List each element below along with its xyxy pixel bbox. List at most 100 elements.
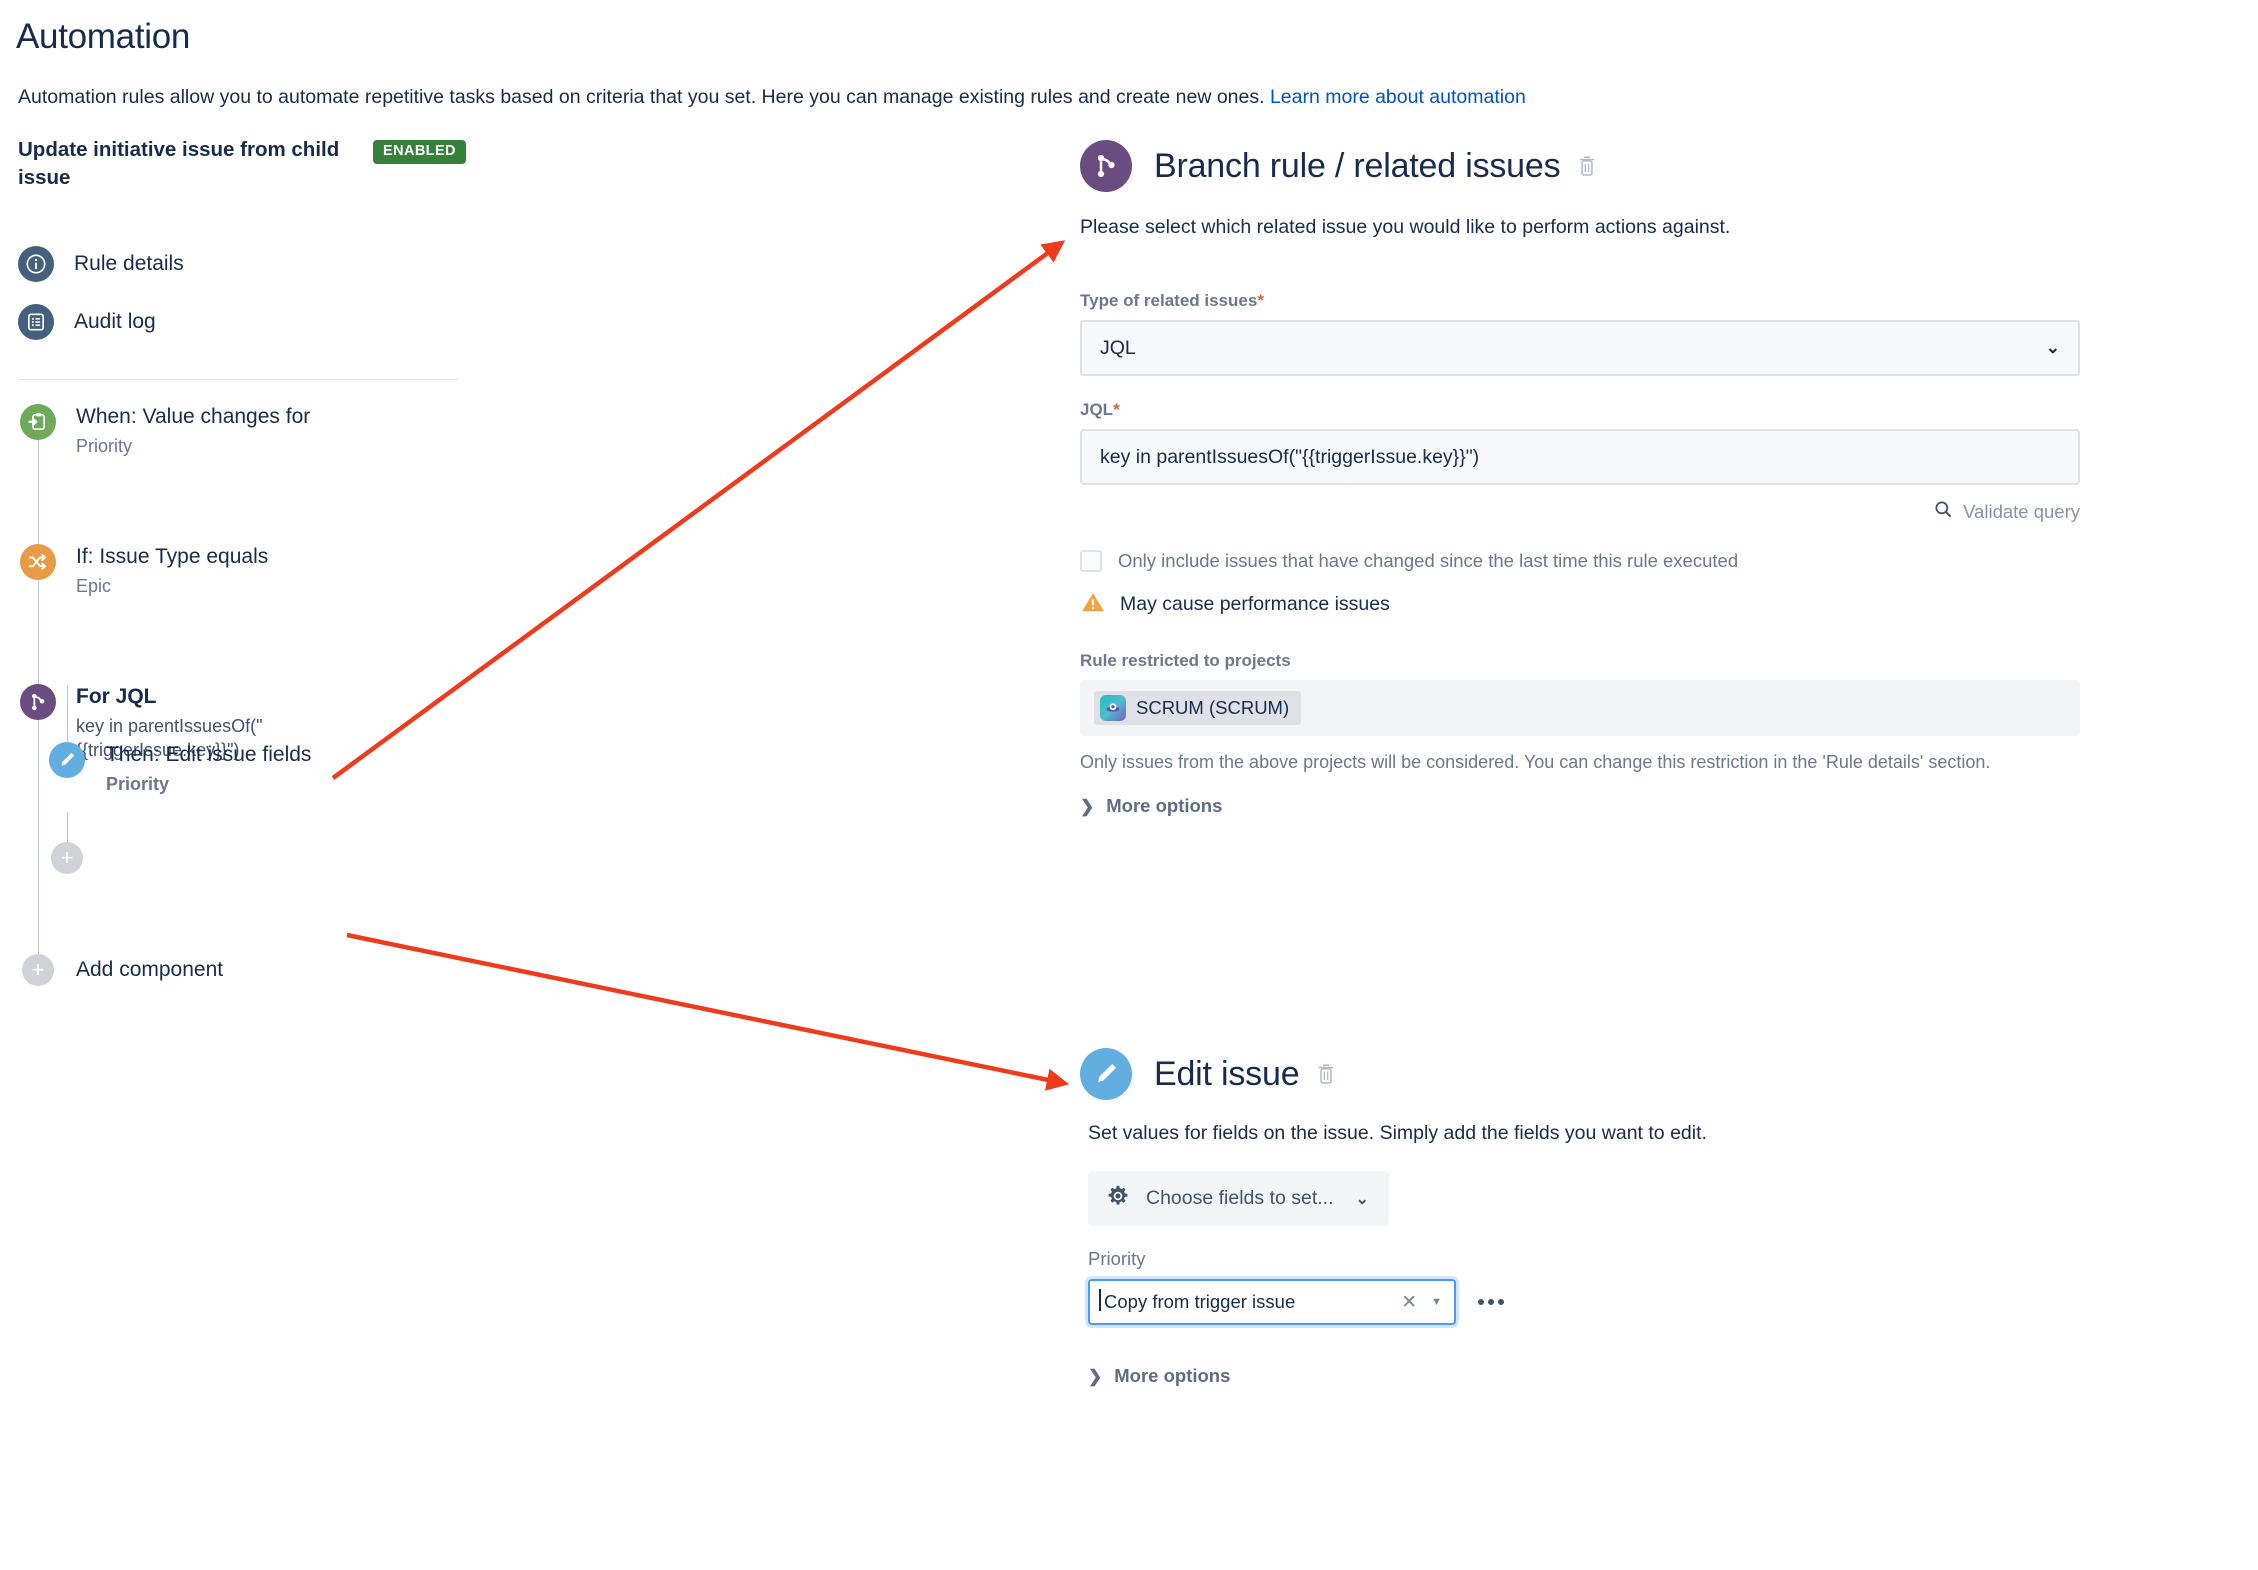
chain-node-trigger-icon[interactable] <box>20 404 56 440</box>
chevron-right-icon: ❯ <box>1088 1366 1103 1386</box>
info-circle-icon <box>18 246 54 282</box>
add-component-label: Add component <box>76 958 224 981</box>
dot <box>1498 1299 1504 1305</box>
performance-warning-label: May cause performance issues <box>1120 593 1390 615</box>
rule-nav-list: Rule details Audit log <box>18 244 468 360</box>
choose-fields-button[interactable]: Choose fields to set... ⌄ <box>1088 1171 1389 1226</box>
sidebar-item-label: Audit log <box>74 310 156 333</box>
status-badge: ENABLED <box>373 140 466 164</box>
sidebar-item-label: Rule details <box>74 252 184 275</box>
chain-node-action-text[interactable]: Then: Edit issue fields Priority <box>106 742 311 797</box>
more-options-label: More options <box>1114 1365 1231 1386</box>
chain-connector-3 <box>38 720 39 960</box>
field-label-text: Type of related issues <box>1080 291 1258 310</box>
chain-node-condition-icon[interactable] <box>20 544 56 580</box>
trigger-clipboard-icon <box>20 404 56 440</box>
edit-issue-more-options-toggle[interactable]: ❯ More options <box>1088 1365 2140 1387</box>
chain-connector-1 <box>38 440 39 548</box>
project-chip-label: SCRUM (SCRUM) <box>1136 697 1290 718</box>
text-caret <box>1099 1289 1101 1311</box>
validate-query-button[interactable]: Validate query <box>1080 499 2080 524</box>
only-changed-issues-label: Only include issues that have changed si… <box>1118 550 1739 571</box>
only-changed-issues-checkbox-row[interactable]: Only include issues that have changed si… <box>1080 550 2140 572</box>
more-options-label: More options <box>1106 795 1223 816</box>
only-changed-issues-checkbox[interactable] <box>1080 550 1102 572</box>
chain-node-branch-icon[interactable] <box>20 684 56 720</box>
branch-rule-panel: Branch rule / related issues Please sele… <box>1080 140 2140 817</box>
chevron-down-icon: ⌄ <box>2045 338 2060 357</box>
restriction-helper-text: Only issues from the above projects will… <box>1080 752 1991 772</box>
jql-input[interactable]: key in parentIssuesOf("{{triggerIssue.ke… <box>1080 429 2080 485</box>
rule-sidebar: Update initiative issue from child issue… <box>0 136 700 986</box>
chevron-down-icon: ⌄ <box>1355 1190 1369 1208</box>
learn-more-link[interactable]: Learn more about automation <box>1270 86 1526 108</box>
chain-node-trigger-text[interactable]: When: Value changes for Priority <box>76 404 310 459</box>
priority-select[interactable]: Copy from trigger issue ✕ ▼ <box>1088 1279 1456 1325</box>
page-description-text: Automation rules allow you to automate r… <box>18 86 1265 108</box>
chain-connector-2 <box>38 580 39 688</box>
branch-rule-title: Branch rule / related issues <box>1154 146 1561 185</box>
edit-issue-title: Edit issue <box>1154 1054 1300 1093</box>
pencil-edit-icon <box>49 742 85 778</box>
sidebar-item-rule-details[interactable]: Rule details <box>18 244 468 284</box>
project-chip[interactable]: SCRUM (SCRUM) <box>1094 691 1302 725</box>
priority-value-text: Copy from trigger issue <box>1104 1291 1296 1312</box>
type-of-related-issues-field: Type of related issues* JQL ⌄ <box>1080 291 2140 376</box>
plus-icon: + <box>51 842 83 874</box>
type-of-related-issues-select[interactable]: JQL ⌄ <box>1080 320 2080 376</box>
pencil-edit-icon <box>1080 1048 1132 1100</box>
more-actions-button[interactable] <box>1474 1293 1508 1311</box>
page-description: Automation rules allow you to automate r… <box>18 84 1526 111</box>
sidebar-item-audit-log[interactable]: Audit log <box>18 302 468 342</box>
chevron-down-icon[interactable]: ▼ <box>1431 1296 1442 1308</box>
branch-rule-header: Branch rule / related issues <box>1080 140 2140 192</box>
dot <box>1478 1299 1484 1305</box>
project-avatar-icon <box>1100 695 1126 721</box>
select-value: JQL <box>1100 336 1136 359</box>
chain-node-subtitle: Priority <box>76 435 133 456</box>
type-of-related-issues-label: Type of related issues* <box>1080 291 2140 311</box>
list-document-icon <box>18 304 54 340</box>
chain-node-title: If: Issue Type equals <box>76 545 269 568</box>
edit-issue-description: Set values for fields on the issue. Simp… <box>1088 1122 1707 1144</box>
delete-edit-issue-button[interactable] <box>1315 1061 1337 1087</box>
validate-query-label: Validate query <box>1963 500 2080 522</box>
page-title: Automation <box>16 17 191 56</box>
priority-field-label: Priority <box>1088 1248 1146 1269</box>
branch-more-options-toggle[interactable]: ❯ More options <box>1080 795 2140 817</box>
chain-node-action-icon[interactable] <box>49 742 85 778</box>
performance-warning: May cause performance issues <box>1080 590 2140 619</box>
rule-name-row: Update initiative issue from child issue… <box>18 136 466 193</box>
add-component-button[interactable]: + Add component <box>22 954 223 986</box>
chain-node-condition-text[interactable]: If: Issue Type equals Epic <box>76 544 268 599</box>
choose-fields-label: Choose fields to set... <box>1146 1187 1334 1209</box>
jql-field: JQL* key in parentIssuesOf("{{triggerIss… <box>1080 400 2140 485</box>
jql-label: JQL* <box>1080 400 2140 420</box>
chain-node-subtitle: Priority <box>106 773 170 794</box>
field-label-text: JQL <box>1080 400 1114 419</box>
sidebar-divider <box>18 379 458 380</box>
search-icon <box>1933 499 1953 524</box>
required-asterisk: * <box>1257 291 1264 310</box>
chain-node-title: Then: Edit issue fields <box>106 743 312 766</box>
clear-icon[interactable]: ✕ <box>1401 1293 1417 1312</box>
automation-page: Automation Automation rules allow you to… <box>0 0 2258 1570</box>
edit-issue-header: Edit issue <box>1080 1048 2140 1100</box>
restricted-projects-box[interactable]: SCRUM (SCRUM) <box>1080 680 2080 736</box>
plus-icon: + <box>22 954 54 986</box>
branch-icon <box>20 684 56 720</box>
delete-branch-button[interactable] <box>1576 153 1598 179</box>
gear-icon <box>1106 1184 1130 1213</box>
chain-node-title: For JQL <box>76 685 157 708</box>
chain-node-subtitle: Epic <box>76 575 112 596</box>
priority-value: Copy from trigger issue <box>1099 1289 1296 1313</box>
branch-icon <box>1080 140 1132 192</box>
annotation-arrow-edit-issue <box>346 932 1070 1091</box>
priority-field-row: Copy from trigger issue ✕ ▼ <box>1088 1279 2140 1325</box>
jql-input-value: key in parentIssuesOf("{{triggerIssue.ke… <box>1100 445 1480 468</box>
warning-triangle-icon <box>1080 590 1106 619</box>
rule-name: Update initiative issue from child issue <box>18 138 340 190</box>
dot <box>1488 1299 1494 1305</box>
add-nested-component-button[interactable]: + <box>51 842 83 874</box>
edit-issue-panel: Edit issue Set values for fields on the … <box>1080 1048 2140 1387</box>
